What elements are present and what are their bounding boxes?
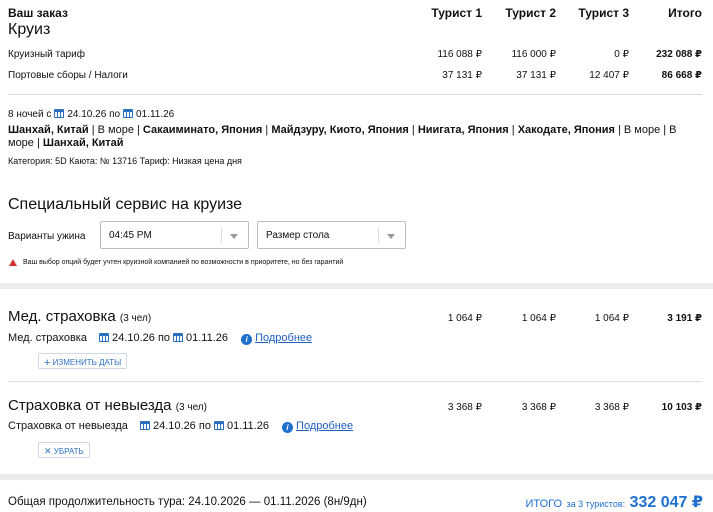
medical-more-link[interactable]: Подробнее: [255, 332, 312, 344]
date-to: 01.11.26: [186, 332, 229, 344]
cancel-more-link[interactable]: Подробнее: [296, 420, 353, 432]
select-separator: [221, 228, 222, 243]
cancel-people: (3 чел): [175, 402, 207, 413]
medical-value: 1 064 ₽: [594, 313, 629, 324]
medical-people: (3 чел): [119, 313, 152, 324]
nights-text: 8 ночей с: [8, 109, 52, 120]
chevron-down-icon: [230, 234, 238, 239]
col-tourist-3: Турист 3: [578, 6, 629, 20]
cancel-value: 3 368 ₽: [521, 402, 556, 413]
by-text: по: [109, 109, 121, 120]
dinner-value: 04:45 PM: [109, 230, 152, 241]
cancel-title-text: Страховка от невыезда: [8, 397, 172, 414]
change-dates-label: ИЗМЕНИТЬ ДАТЫ: [52, 358, 122, 367]
total-value: 332 047 ₽: [629, 494, 703, 511]
calendar-icon: [213, 421, 224, 430]
cancel-sub-label: Страховка от невыезда: [8, 420, 128, 432]
order-panel: Ваш заказ Круиз Турист 1 Турист 2 Турист…: [0, 0, 713, 283]
by-text: по: [198, 420, 211, 432]
medical-title: Мед. страховка (3 чел): [8, 308, 151, 325]
medical-sub-label: Мед. страховка: [8, 332, 87, 344]
service-title: Специальный сервис на круизе: [8, 196, 243, 213]
col-total: Итого: [668, 6, 702, 20]
divider: [8, 381, 702, 382]
cancel-value: 3 368 ₽: [594, 402, 629, 413]
col-tourist-1: Турист 1: [431, 6, 482, 20]
date-to: 01.11.26: [136, 109, 175, 120]
cancel-total: 10 103 ₽: [661, 402, 702, 413]
medical-value: 1 064 ₽: [521, 313, 556, 324]
warning-text: Ваш выбор опций будет учтен круизной ком…: [23, 259, 344, 266]
date-from: 24.10.26: [112, 332, 155, 344]
medical-sub: Мед. страховка 24.10.26 по 01.11.26 i Подр…: [8, 332, 312, 345]
cancel-value: 3 368 ₽: [447, 402, 482, 413]
route-line-1: Шанхай, Китай | В море | Сакаиминато, Яп…: [8, 124, 677, 136]
row-value: 37 131 ₽: [442, 70, 482, 81]
row-value: 12 407 ₽: [589, 70, 629, 81]
info-icon: i: [282, 422, 294, 433]
medical-total: 3 191 ₽: [667, 313, 702, 324]
table-size-value: Размер стола: [266, 230, 330, 241]
medical-value: 1 064 ₽: [447, 313, 482, 324]
chevron-down-icon: [387, 234, 395, 239]
dinner-select[interactable]: 04:45 PM: [100, 221, 249, 249]
order-title: Ваш заказ: [8, 6, 68, 20]
plus-icon: +: [44, 357, 51, 369]
calendar-icon: [139, 421, 150, 430]
calendar-icon: [123, 109, 134, 118]
row-value: 0 ₽: [614, 49, 629, 60]
close-icon: ✕: [44, 446, 52, 456]
total-for: за 3 туристов:: [566, 499, 626, 509]
row-total: 86 668 ₽: [661, 70, 702, 81]
total-label: ИТОГО: [525, 498, 563, 510]
calendar-icon: [99, 333, 110, 342]
calendar-icon: [173, 333, 184, 342]
remove-button[interactable]: ✕ УБРАТЬ: [38, 442, 90, 458]
select-separator: [378, 228, 379, 243]
warning-icon: [9, 259, 17, 266]
insurance-panel: Мед. страховка (3 чел) 1 064 ₽ 1 064 ₽ 1…: [0, 289, 713, 474]
by-text: по: [157, 332, 171, 344]
change-dates-button[interactable]: + ИЗМЕНИТЬ ДАТЫ: [38, 353, 128, 369]
col-tourist-2: Турист 2: [505, 6, 556, 20]
itinerary-dates: 8 ночей с 24.10.26 по 01.11.26: [8, 109, 174, 120]
cabin-details: Категория: 5D Каюта: № 13716 Тариф: Низк…: [8, 156, 242, 166]
row-label: Круизный тариф: [8, 49, 85, 60]
row-label: Портовые сборы / Налоги: [8, 70, 128, 81]
table-size-select[interactable]: Размер стола: [257, 221, 406, 249]
dinner-label: Варианты ужина: [8, 231, 86, 242]
footer: Общая продолжительность тура: 24.10.2026…: [0, 480, 713, 512]
order-subtitle: Круиз: [8, 21, 51, 38]
date-from: 24.10.26: [67, 109, 107, 120]
cancel-title: Страховка от невыезда (3 чел): [8, 397, 207, 414]
route-line-2: море | Шанхай, Китай: [8, 137, 124, 149]
tour-duration: Общая продолжительность тура: 24.10.2026…: [8, 496, 367, 508]
info-icon: i: [241, 334, 253, 345]
date-to: 01.11.26: [226, 420, 269, 432]
row-value: 37 131 ₽: [516, 70, 556, 81]
row-value: 116 088 ₽: [437, 49, 482, 60]
date-from: 24.10.26: [152, 420, 196, 432]
calendar-icon: [54, 109, 65, 118]
total-summary: ИТОГО за 3 туристов: 332 047 ₽: [525, 492, 703, 512]
cancel-sub: Страховка от невыезда 24.10.26 по 01.11.2…: [8, 420, 353, 433]
row-total: 232 088 ₽: [656, 49, 702, 60]
medical-title-text: Мед. страховка: [8, 308, 116, 325]
divider: [8, 94, 702, 95]
row-value: 116 000 ₽: [511, 49, 556, 60]
remove-label: УБРАТЬ: [53, 447, 84, 456]
